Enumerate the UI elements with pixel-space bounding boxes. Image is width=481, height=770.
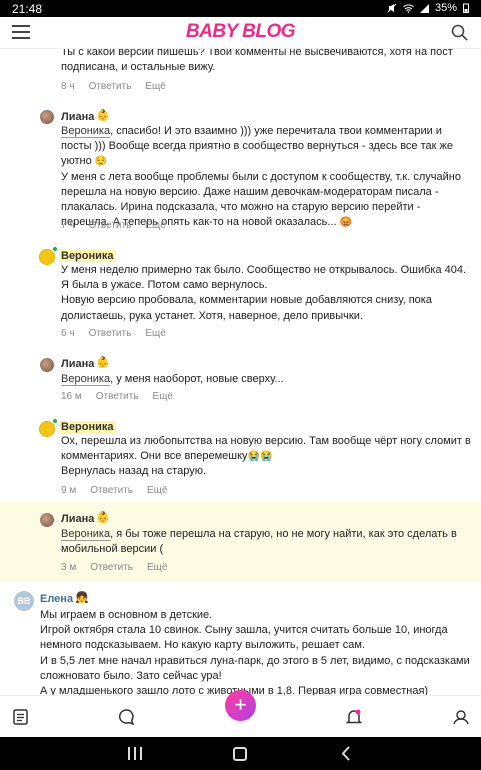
comment-time: 7 ч: [61, 220, 75, 231]
avatar[interactable]: [40, 513, 54, 527]
comment-author[interactable]: Лиана: [61, 358, 94, 370]
user-badge-icon: 👶: [96, 512, 110, 524]
wifi-icon: [403, 3, 414, 13]
home-icon[interactable]: [233, 747, 247, 761]
comment-time: 3 м: [61, 562, 77, 573]
profile-icon[interactable]: [452, 708, 470, 726]
recent-apps-icon[interactable]: [128, 747, 142, 760]
more-button[interactable]: Ещё: [145, 81, 165, 92]
comment-time: 6 ч: [61, 328, 75, 339]
notifications-icon[interactable]: [345, 708, 363, 726]
add-post-button[interactable]: +: [225, 690, 256, 721]
reply-button[interactable]: Ответить: [90, 562, 133, 573]
status-time: 21:48: [12, 2, 43, 16]
comment-item: Лиана 👶 Вероника, у меня наоборот, новые…: [0, 355, 481, 411]
comment-item: Вероника У меня неделю примерно так было…: [0, 247, 481, 345]
battery-icon: [463, 3, 469, 13]
reply-button[interactable]: Ответить: [89, 220, 132, 231]
system-navigation-bar: [0, 737, 481, 770]
status-icons: 35%: [387, 2, 469, 14]
comment-author[interactable]: Лиана: [61, 513, 94, 525]
comment-item: Вероника Ох, перешла из любопытства на н…: [0, 419, 481, 501]
chat-icon[interactable]: [117, 708, 135, 726]
mute-icon: [387, 3, 397, 13]
comment-text: Вероника, я бы тоже перешла на старую, н…: [61, 528, 457, 556]
signal-icon: [419, 3, 429, 13]
comment-text: У меня неделю примерно так было. Сообщес…: [61, 264, 467, 322]
comment-time: 16 м: [61, 391, 82, 402]
battery-level: 35%: [434, 2, 457, 14]
comment-item-new: Лиана 👶 Вероника, я бы тоже перешла на с…: [0, 502, 481, 582]
comment-text: Вероника, у меня наоборот, новые сверху.…: [61, 373, 284, 386]
avatar[interactable]: [40, 358, 54, 372]
user-badge-icon: 👶: [96, 110, 110, 122]
more-button[interactable]: Ещё: [153, 391, 173, 402]
comment-meta: 16 м Ответить Ещё: [61, 391, 173, 402]
comment-meta: 3 м Ответить Ещё: [61, 562, 167, 573]
reply-button[interactable]: Ответить: [89, 328, 132, 339]
comment-author[interactable]: Елена: [40, 593, 73, 605]
reply-button[interactable]: Ответить: [96, 391, 139, 402]
crying-emoji-icon: 😭😭: [247, 451, 273, 463]
smile-emoji-icon: 😌: [94, 156, 108, 168]
comment-item: Ты с какой версии пишешь? Твои комменты …: [0, 49, 481, 99]
app-logo[interactable]: BABY BLOG: [186, 21, 296, 43]
avatar[interactable]: [40, 419, 57, 436]
avatar[interactable]: [40, 110, 54, 124]
mention-link[interactable]: Вероника: [61, 125, 111, 138]
comment-item: Лиана 👶 Вероника, спасибо! И это взаимно…: [0, 107, 481, 237]
comment-text: Ты с какой версии пишешь? Твои комменты …: [61, 49, 453, 74]
comments-feed[interactable]: Ты с какой версии пишешь? Твои комменты …: [0, 49, 481, 695]
user-badge-icon: 👧: [75, 592, 89, 604]
avatar[interactable]: BB: [14, 591, 34, 611]
comment-author[interactable]: Лиана: [61, 111, 94, 123]
search-icon[interactable]: [451, 24, 468, 41]
more-button[interactable]: Ещё: [145, 220, 165, 231]
comment-text: Ох, перешла из любопытства на новую верс…: [61, 435, 471, 478]
comment-meta: 9 м Ответить Ещё: [61, 485, 167, 496]
app-header: BABY BLOG: [0, 17, 481, 49]
user-badge-icon: 👶: [96, 357, 110, 369]
more-button[interactable]: Ещё: [147, 485, 167, 496]
more-button[interactable]: Ещё: [145, 328, 165, 339]
mention-link[interactable]: Вероника: [61, 373, 111, 386]
comment-author[interactable]: Вероника: [59, 421, 116, 433]
comment-meta: 8 ч Ответить Ещё: [61, 81, 166, 92]
feed-icon[interactable]: [12, 708, 30, 726]
comment-text: Вероника, спасибо! И это взаимно ))) уже…: [61, 125, 461, 229]
comment-time: 9 м: [61, 485, 77, 496]
comment-meta: 7 ч Ответить Ещё: [61, 220, 166, 231]
back-icon[interactable]: [340, 746, 352, 761]
avatar[interactable]: [40, 247, 57, 264]
bottom-navigation: +: [0, 690, 481, 737]
comment-item: BB Елена 👧 Мы играем в основном в детски…: [0, 587, 481, 695]
more-button[interactable]: Ещё: [147, 562, 167, 573]
comment-text: Мы играем в основном в детские. Игрой ок…: [40, 609, 470, 695]
comment-time: 8 ч: [61, 81, 75, 92]
mention-link[interactable]: Вероника: [61, 528, 111, 541]
hamburger-menu-icon[interactable]: [12, 25, 30, 41]
comment-meta: 6 ч Ответить Ещё: [61, 328, 166, 339]
angry-emoji-icon: 😡: [339, 217, 353, 229]
reply-button[interactable]: Ответить: [90, 485, 133, 496]
reply-button[interactable]: Ответить: [89, 81, 132, 92]
status-bar: 21:48 35%: [0, 0, 481, 17]
comment-author[interactable]: Вероника: [59, 250, 116, 262]
